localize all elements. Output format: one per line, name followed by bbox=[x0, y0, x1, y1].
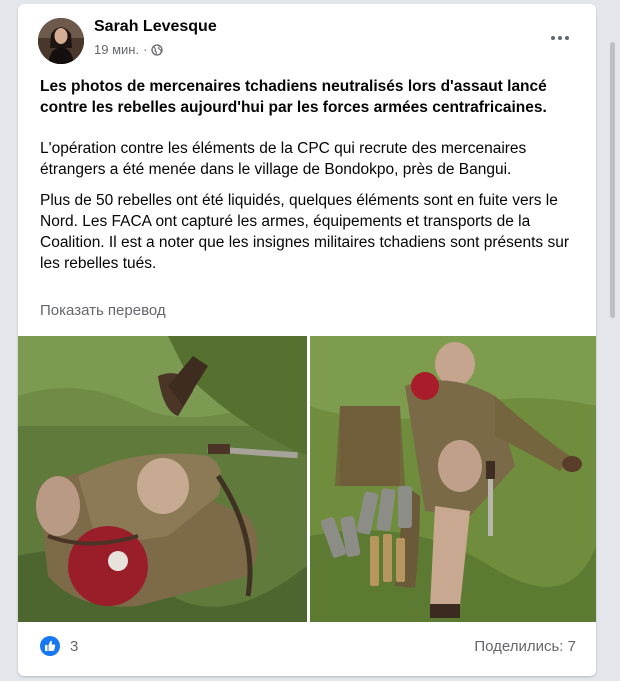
globe-icon[interactable] bbox=[151, 43, 164, 56]
like-reaction-icon[interactable] bbox=[40, 636, 60, 656]
post-meta: 19 мин. · bbox=[94, 42, 164, 57]
reaction-bar: 3 Поделились: 7 bbox=[18, 622, 596, 676]
shares-count[interactable]: Поделились: 7 bbox=[474, 638, 576, 655]
author-name[interactable]: Sarah Levesque bbox=[94, 18, 217, 36]
scrollbar[interactable] bbox=[606, 0, 618, 681]
post-photo-right[interactable] bbox=[310, 336, 596, 622]
post-timestamp[interactable]: 19 мин. bbox=[94, 42, 139, 57]
post-paragraph-1: L'opération contre les éléments de la CP… bbox=[40, 140, 527, 178]
meta-separator: · bbox=[143, 42, 148, 57]
scrollbar-thumb[interactable] bbox=[610, 42, 615, 318]
avatar[interactable] bbox=[38, 18, 84, 64]
reaction-count[interactable]: 3 bbox=[70, 638, 78, 655]
more-options-icon[interactable] bbox=[546, 28, 574, 48]
post-headline: Les photos de mercenaires tchadiens neut… bbox=[40, 78, 547, 116]
post-photo-left[interactable] bbox=[18, 336, 307, 622]
see-translation-link[interactable]: Показать перевод bbox=[40, 302, 166, 319]
post-card: Sarah Levesque 19 мин. · Les photos de m… bbox=[18, 4, 596, 676]
post-paragraph-2: Plus de 50 rebelles ont été liquidés, qu… bbox=[40, 192, 569, 272]
